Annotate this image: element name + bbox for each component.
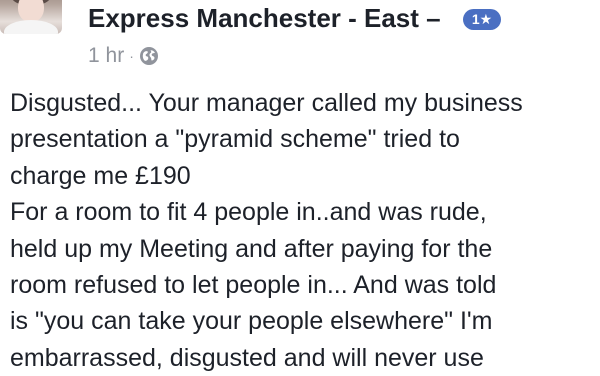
avatar-shoulder (4, 20, 58, 34)
avatar[interactable] (0, 0, 62, 34)
post-body-line: charge me £190 (10, 161, 191, 190)
post-body: Disgusted... Your manager called my busi… (10, 85, 596, 376)
globe-icon[interactable] (139, 46, 159, 66)
meta-separator: · (129, 47, 134, 64)
facebook-post: Express Manchester - East – 1★ 1 hr · Di… (0, 0, 600, 372)
post-body-line: held up my Meeting and after paying for … (10, 234, 493, 263)
post-meta: 1 hr · (88, 43, 159, 69)
avatar-face (18, 0, 44, 22)
post-body-line: room refused to let people in... And was… (10, 271, 497, 300)
post-body-line: is "you can take your people elsewhere" … (10, 307, 493, 336)
post-body-line: presentation a "pyramid scheme" tried to (10, 125, 460, 154)
post-body-line: Disgusted... Your manager called my busi… (10, 89, 523, 117)
group-name-link[interactable]: Express Manchester - East – (88, 2, 441, 34)
post-timestamp[interactable]: 1 hr (88, 44, 124, 68)
post-body-line: For a room to fit 4 people in..and was r… (10, 198, 487, 227)
group-badge[interactable]: 1★ (463, 9, 501, 30)
